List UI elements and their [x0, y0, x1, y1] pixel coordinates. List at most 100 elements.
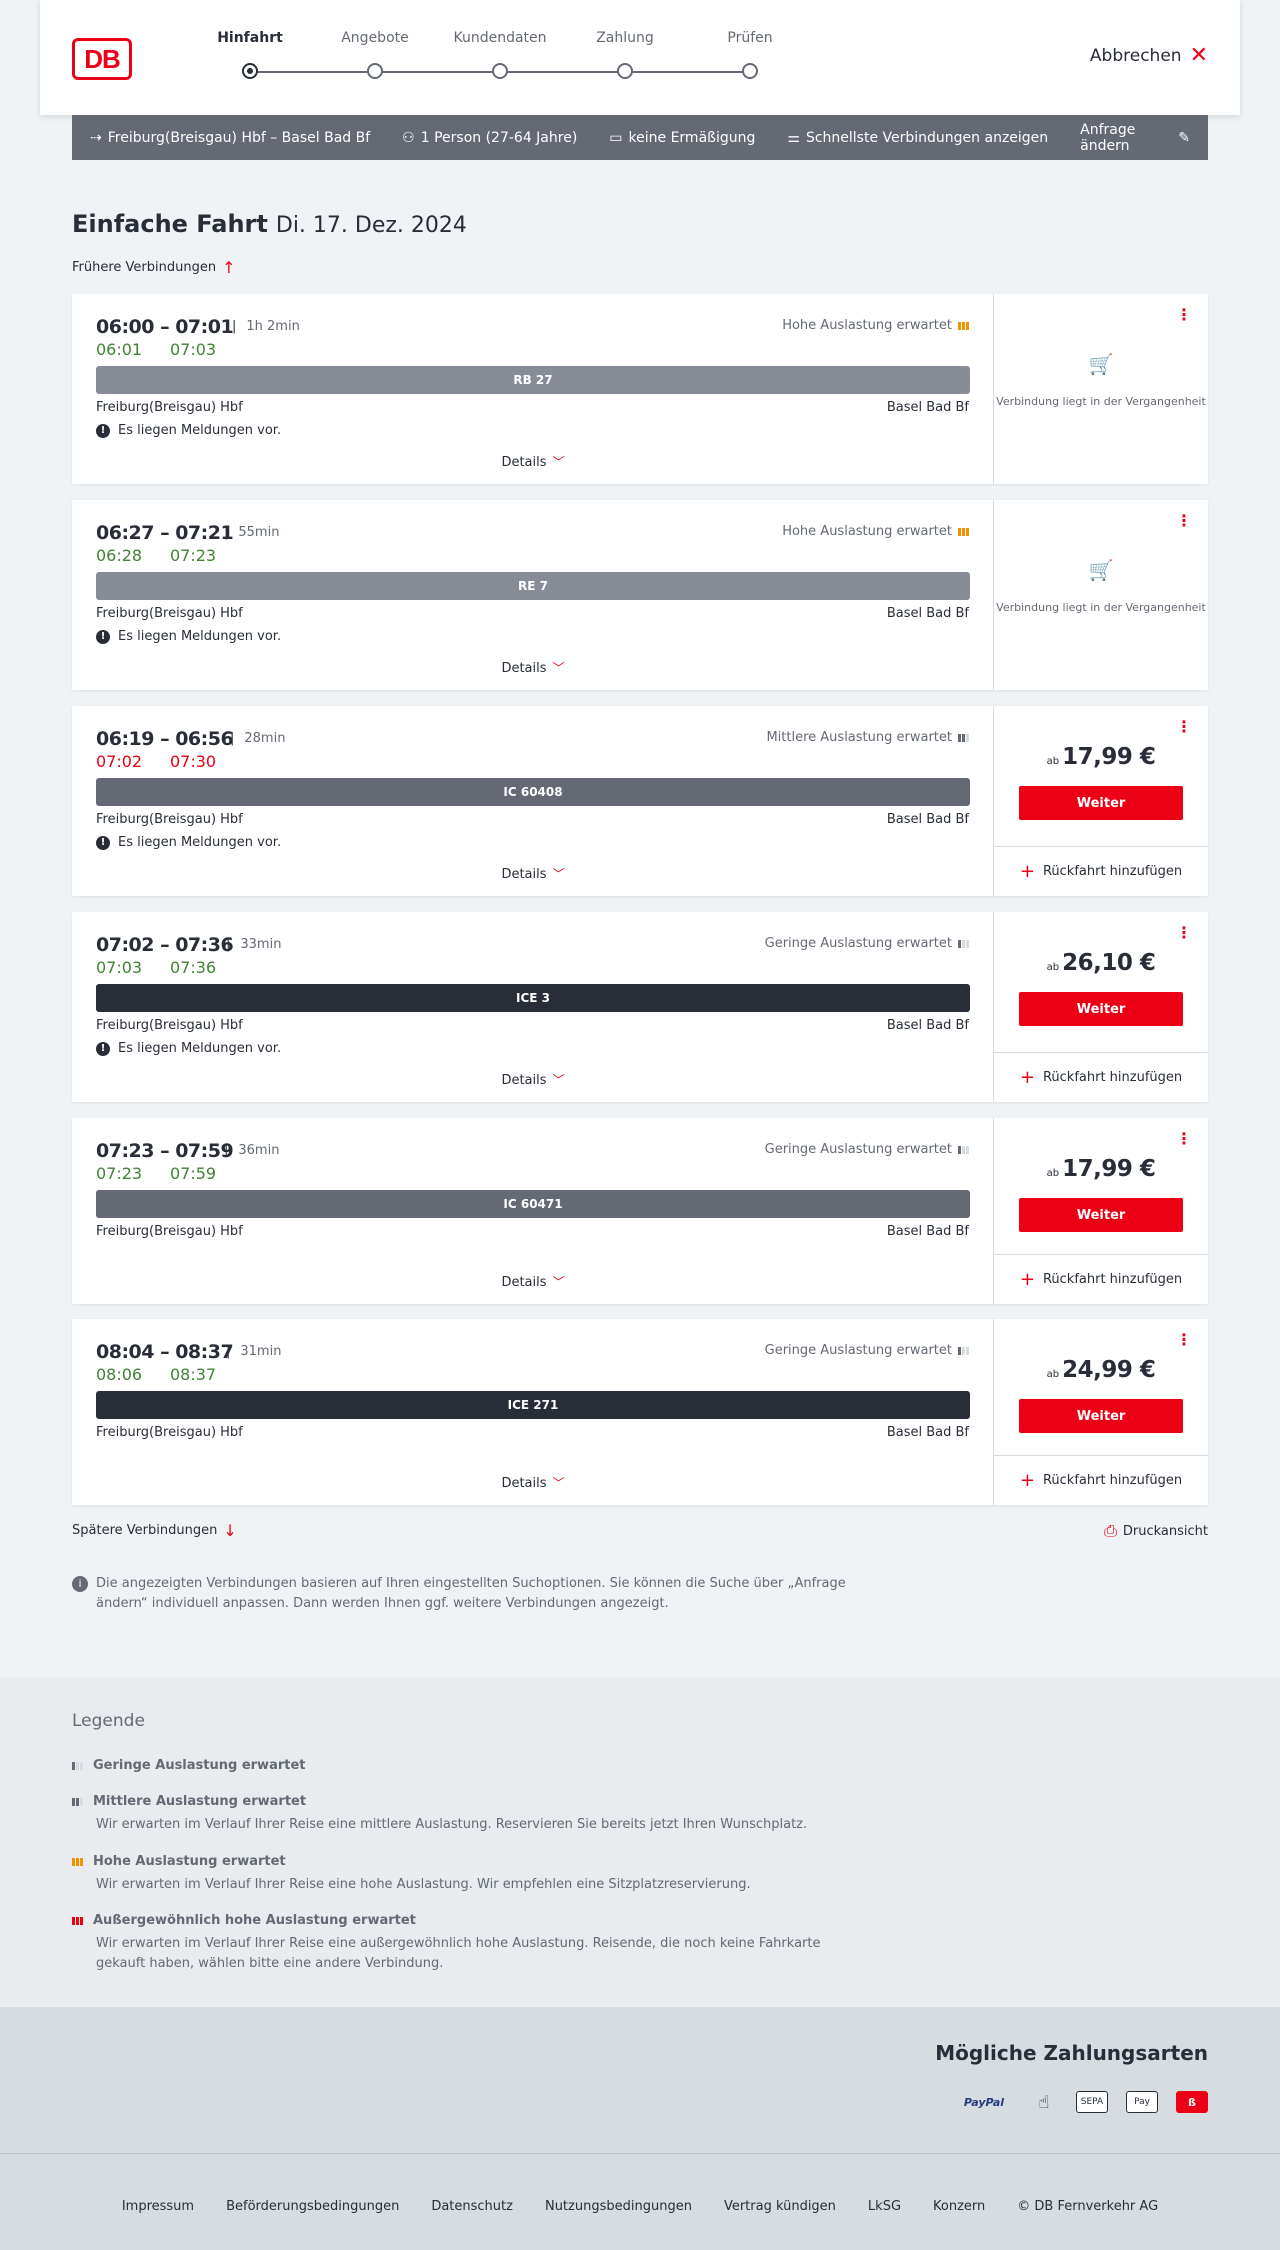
add-return-button[interactable]: + Rückfahrt hinzufügen [994, 1052, 1208, 1102]
footer-link-impressum[interactable]: Impressum [122, 2199, 194, 2214]
footer-link-lksg[interactable]: LkSG [868, 2199, 901, 2214]
legend-item: Geringe Auslastung erwartet [72, 1758, 852, 1773]
details-toggle[interactable]: Details ﹀ [72, 1273, 994, 1290]
details-toggle[interactable]: Details ﹀ [72, 865, 994, 882]
continue-button[interactable]: Weiter [1019, 992, 1183, 1026]
page-title: Einfache Fahrt Di. 17. Dez. 2024 [72, 210, 467, 238]
sepa-icon: SEPA [1076, 2091, 1108, 2113]
booking-panel: ⋮ ab 26,10 € Weiter + Rückfahrt hinzufügen [994, 912, 1208, 1102]
booking-panel: ⋮ 🛒 Verbindung liegt in der Vergangenheit [994, 500, 1208, 690]
plus-icon: + [1019, 861, 1035, 882]
occupancy-medium-icon [72, 1797, 83, 1806]
price-prefix: ab [1046, 962, 1060, 973]
train-bar: ICE 271 [96, 1391, 970, 1419]
connection-info: 06:19 – 06:56 28min 07:02 07:30 Mittlere… [72, 706, 994, 896]
realtime-departure: 07:03 [96, 958, 143, 977]
message-text: Es liegen Meldungen vor. [118, 423, 282, 438]
continue-button[interactable]: Weiter [1019, 1399, 1183, 1433]
train-bar: RE 7 [96, 572, 970, 600]
more-options-icon[interactable]: ⋮ [1176, 307, 1192, 323]
occupancy-label: Geringe Auslastung erwartet [764, 936, 952, 951]
more-options-icon[interactable]: ⋮ [1176, 719, 1192, 735]
person-icon: ⚇ [402, 129, 415, 146]
occupancy-medium-icon [958, 733, 969, 742]
occupancy-high-icon [72, 1857, 83, 1866]
details-toggle[interactable]: Details ﹀ [72, 453, 994, 470]
departure-station: Freiburg(Breisgau) Hbf [96, 812, 243, 827]
step-hinfahrt[interactable]: Hinfahrt [180, 30, 320, 79]
booking-panel: ⋮ ab 17,99 € Weiter + Rückfahrt hinzufügen [994, 1118, 1208, 1304]
add-return-button[interactable]: + Rückfahrt hinzufügen [994, 1254, 1208, 1304]
footer-link-datenschutz[interactable]: Datenschutz [431, 2199, 513, 2214]
more-options-icon[interactable]: ⋮ [1176, 1131, 1192, 1147]
add-return-button[interactable]: + Rückfahrt hinzufügen [994, 846, 1208, 896]
departure-station: Freiburg(Breisgau) Hbf [96, 1224, 243, 1239]
edit-request-button[interactable]: Anfrage ändern ✎ [1080, 122, 1190, 154]
connection-info: 08:04 – 08:37 31min 08:06 08:37 Geringe … [72, 1319, 994, 1505]
train-bar: IC 60408 [96, 778, 970, 806]
occupancy-label: Mittlere Auslastung erwartet [766, 730, 952, 745]
duration: 28min [230, 731, 285, 746]
plus-icon: + [1019, 1269, 1035, 1290]
continue-button[interactable]: Weiter [1019, 1198, 1183, 1232]
cancel-button[interactable]: Abbrechen ✕ [1089, 45, 1208, 67]
payment-title: Mögliche Zahlungsarten [935, 2041, 1208, 2065]
scheduled-times: 06:27 – 07:21 [96, 522, 234, 544]
price: ab 17,99 € [994, 1156, 1208, 1182]
later-label: Spätere Verbindungen [72, 1523, 218, 1538]
realtime-departure: 06:28 [96, 546, 143, 565]
route-arrow-icon: ⇢ [90, 129, 102, 146]
db-logo[interactable]: DB [72, 38, 132, 80]
departure-station: Freiburg(Breisgau) Hbf [96, 1425, 243, 1440]
occupancy-low-icon [958, 1346, 969, 1355]
passenger-summary: ⚇ 1 Person (27-64 Jahre) [402, 130, 577, 146]
info-text: Die angezeigten Verbindungen basieren au… [96, 1576, 846, 1611]
connection-card: 06:00 – 07:01 1h 2min 06:01 07:03 Hohe A… [72, 294, 1208, 484]
connection-card: 07:02 – 07:36 33min 07:03 07:36 Geringe … [72, 912, 1208, 1102]
more-options-icon[interactable]: ⋮ [1176, 1332, 1192, 1348]
duration: 55min [224, 525, 279, 540]
more-options-icon[interactable]: ⋮ [1176, 513, 1192, 529]
footer-link-nutzungsbedingungen[interactable]: Nutzungsbedingungen [545, 2199, 692, 2214]
step-zahlung: Zahlung [555, 30, 695, 79]
connection-info: 06:00 – 07:01 1h 2min 06:01 07:03 Hohe A… [72, 294, 994, 484]
connection-card: 07:23 – 07:59 36min 07:23 07:59 Geringe … [72, 1118, 1208, 1304]
add-return-button[interactable]: + Rückfahrt hinzufügen [994, 1455, 1208, 1505]
details-toggle[interactable]: Details ﹀ [72, 1474, 994, 1491]
more-options-icon[interactable]: ⋮ [1176, 925, 1192, 941]
payment-icons: PayPal ☝ SEPA Pay ß [956, 2091, 1208, 2113]
past-connection-notice: 🛒 Verbindung liegt in der Vergangenheit [994, 560, 1208, 616]
footer-copyright: © DB Fernverkehr AG [1017, 2199, 1159, 2214]
fastest-text: Schnellste Verbindungen anzeigen [805, 129, 1049, 146]
price-value: 24,99 € [1062, 1357, 1156, 1383]
departure-station: Freiburg(Breisgau) Hbf [96, 1018, 243, 1033]
cancel-label: Abbrechen [1089, 46, 1182, 66]
duration: 36min [224, 1143, 279, 1158]
contactless-card-icon: ☝ [1038, 2091, 1050, 2113]
printer-icon: ⎙ [1104, 1521, 1117, 1540]
passenger-text: 1 Person (27-64 Jahre) [420, 129, 578, 146]
footer-link-vertrag-kuendigen[interactable]: Vertrag kündigen [724, 2199, 836, 2214]
footer-link-konzern[interactable]: Konzern [933, 2199, 985, 2214]
earlier-connections-link[interactable]: Frühere Verbindungen ↑ [72, 258, 236, 277]
details-label: Details [501, 1476, 547, 1491]
arrival-station: Basel Bad Bf [886, 606, 969, 621]
step-dot [367, 63, 383, 79]
alert-icon: ! [96, 1041, 110, 1056]
continue-button[interactable]: Weiter [1019, 786, 1183, 820]
later-connections-link[interactable]: Spätere Verbindungen ↓ [72, 1521, 237, 1540]
chevron-down-icon: ﹀ [552, 1073, 565, 1087]
occupancy-label: Geringe Auslastung erwartet [764, 1142, 952, 1157]
occupancy-low-icon [958, 939, 969, 948]
trip-type: Einfache Fahrt [72, 210, 268, 238]
occupancy-low-icon [958, 1145, 969, 1154]
legend-item-desc: Wir erwarten im Verlauf Ihrer Reise eine… [96, 1936, 821, 1971]
add-return-label: Rückfahrt hinzufügen [1042, 1070, 1183, 1085]
realtime-arrival: 07:03 [170, 340, 217, 359]
details-toggle[interactable]: Details ﹀ [72, 1071, 994, 1088]
discount-text: keine Ermäßigung [628, 129, 756, 146]
footer-link-befoerderungsbedingungen[interactable]: Beförderungsbedingungen [226, 2199, 399, 2214]
details-toggle[interactable]: Details ﹀ [72, 659, 994, 676]
legend-section: Legende Geringe Auslastung erwartet Mitt… [0, 1677, 1280, 2007]
print-view-link[interactable]: ⎙ Druckansicht [1104, 1521, 1208, 1541]
